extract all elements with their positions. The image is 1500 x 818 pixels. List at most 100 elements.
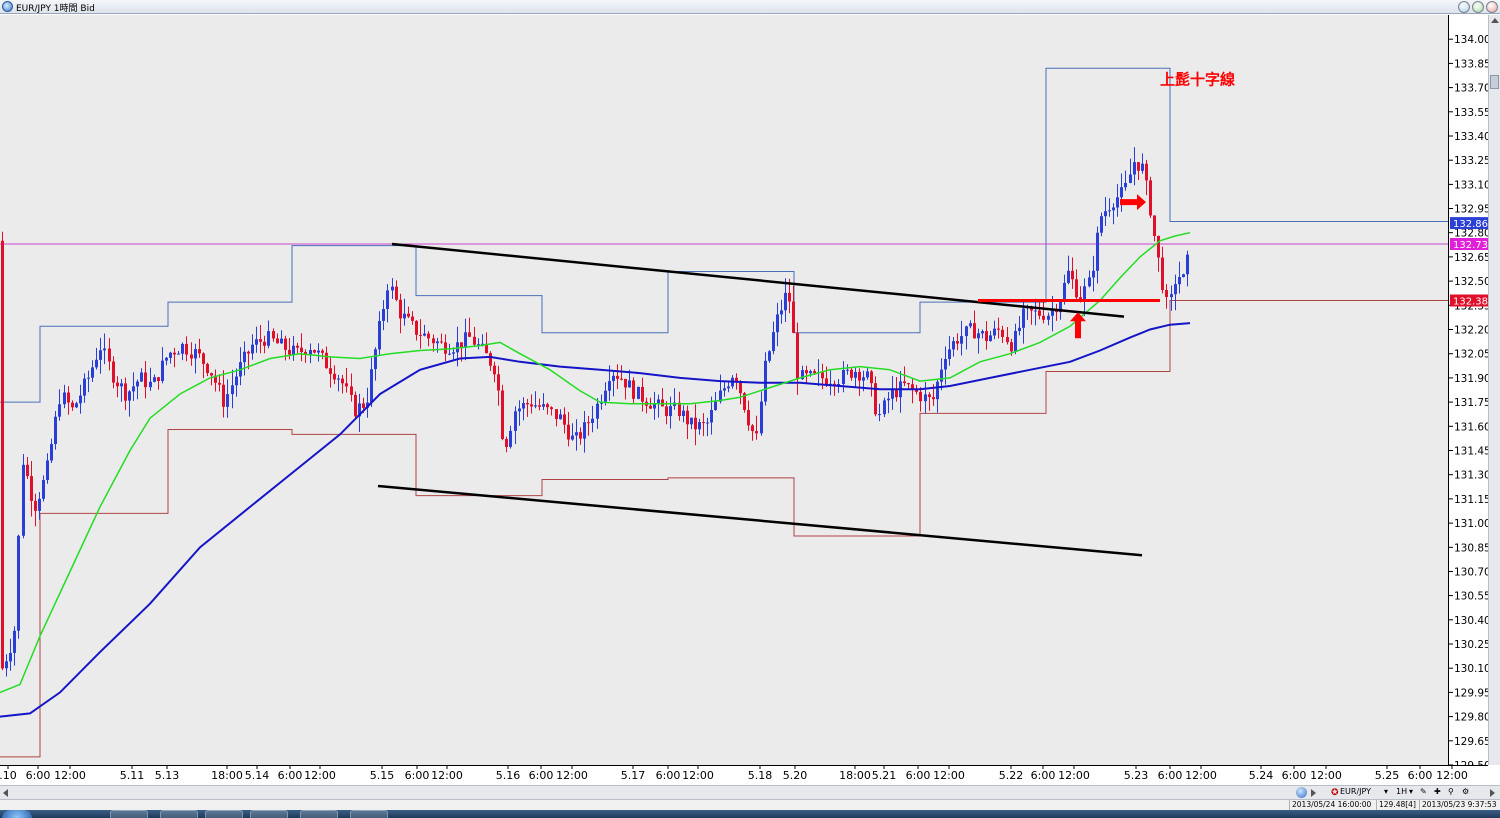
app-globe-icon — [2, 1, 13, 12]
candle-body — [542, 404, 545, 407]
scroll-thumb[interactable] — [1490, 75, 1499, 89]
marker-icon[interactable]: ✪ — [1331, 788, 1339, 798]
candle-body — [768, 351, 771, 361]
candle-body — [296, 345, 299, 348]
candle-body — [272, 331, 275, 339]
candle-body — [284, 338, 287, 350]
candle-body — [1042, 315, 1045, 320]
timeframe-selector[interactable]: 1H — [1396, 787, 1407, 796]
taskbar-item[interactable] — [350, 810, 388, 818]
horizontal-scrollbar[interactable]: ✪ EUR/JPY ▾ 1H ▾ ✎ ✚ ⚲ ⚙ — [0, 785, 1500, 799]
ma-slow-line — [0, 322, 1191, 718]
candle-body — [682, 410, 685, 416]
play-icon[interactable] — [1311, 789, 1316, 797]
candle-body — [218, 382, 221, 385]
candle-body — [981, 331, 984, 334]
candle-body — [526, 403, 529, 405]
candle-body — [686, 410, 689, 425]
candle-body — [13, 630, 16, 653]
candle-body — [288, 349, 291, 355]
chart-canvas[interactable]: 上髭十字線 — [0, 15, 1448, 765]
taskbar-item[interactable] — [205, 810, 243, 818]
scroll-right-icon[interactable] — [1490, 789, 1495, 797]
candle-body — [1010, 342, 1013, 352]
candle-body — [91, 367, 94, 378]
candle-body — [960, 336, 963, 344]
time-tick-label: 12:00 — [556, 769, 588, 782]
taskbar-item[interactable] — [250, 810, 288, 818]
candle-body — [866, 371, 869, 378]
pencil-icon[interactable]: ✎ — [1420, 787, 1427, 796]
price-tick-label: 133.55[0 — [1454, 107, 1488, 119]
globe-icon[interactable] — [1296, 787, 1307, 798]
candle-body — [534, 405, 537, 407]
candle-body — [67, 392, 70, 403]
candle-body — [1161, 257, 1164, 290]
candle-body — [280, 338, 283, 344]
candle-body — [194, 349, 197, 359]
candle-body — [620, 378, 623, 380]
candle-body — [79, 395, 82, 404]
time-axis-labels: .10 6:00 12:00 5.11 5.13 18:00 5.14 6:00 12:00 5.… — [0, 766, 1468, 782]
candle-body — [1186, 254, 1189, 275]
candle-body — [821, 372, 824, 379]
time-tick-label: 6:00 — [656, 769, 681, 782]
candle-body — [382, 309, 385, 321]
candle-body — [514, 411, 517, 431]
candle-body — [932, 397, 935, 400]
candle-body — [226, 394, 229, 407]
candle-body — [46, 460, 49, 480]
candle-body — [140, 372, 143, 382]
candle-body — [591, 418, 594, 423]
candle-body — [505, 439, 508, 447]
taskbar-item[interactable] — [300, 810, 338, 818]
scroll-left-icon[interactable] — [3, 789, 8, 797]
dropdown-arrow-icon[interactable]: ▾ — [1409, 787, 1413, 796]
time-tick-label: 6:00 — [1282, 769, 1307, 782]
candle-body — [579, 432, 582, 439]
candle-body — [575, 432, 578, 436]
candle-body — [198, 349, 201, 354]
candle-body — [1170, 294, 1173, 298]
price-tick-label: 130.55[0 — [1454, 591, 1488, 603]
dropdown-arrow-icon[interactable]: ▾ — [1384, 787, 1388, 796]
candle-body — [95, 359, 98, 368]
candle-body — [202, 353, 205, 364]
candle-body — [678, 402, 681, 416]
candle-body — [907, 383, 910, 385]
time-axis[interactable]: .10 6:00 12:00 5.11 5.13 18:00 5.14 6:00 12:00 5.… — [0, 765, 1488, 785]
time-tick-label: 5.23 — [1124, 769, 1149, 782]
candle-body — [727, 386, 730, 389]
minimize-icon[interactable] — [1458, 1, 1470, 13]
taskbar-item[interactable] — [110, 810, 148, 818]
candle-body — [317, 350, 320, 353]
candle-body — [243, 351, 246, 363]
scroll-up-icon[interactable] — [1491, 18, 1499, 23]
settings-icon[interactable]: ⚙ — [1462, 787, 1469, 796]
price-axis[interactable]: 134.00[0 133.85[0 133.70[0 133.55[0 133.40[0… — [1448, 15, 1488, 765]
candle-body — [128, 391, 131, 401]
start-button[interactable] — [2, 810, 32, 818]
time-tick-label: 5.16 — [496, 769, 521, 782]
window-titlebar: EUR/JPY 1時間 Bid — [0, 0, 1500, 14]
close-icon[interactable] — [1486, 1, 1498, 13]
time-tick-label: 12:00 — [1436, 769, 1468, 782]
candle-body — [1182, 274, 1185, 277]
candle-body — [1104, 211, 1107, 217]
candle-body — [497, 374, 500, 391]
candle-body — [185, 343, 188, 355]
time-tick-label: 12:00 — [54, 769, 86, 782]
candle-body — [440, 341, 443, 343]
candle-body — [641, 386, 644, 402]
candle-body — [1129, 174, 1132, 183]
candle-body — [612, 375, 615, 382]
crosshair-icon[interactable]: ✚ — [1434, 787, 1441, 796]
candle-body — [313, 350, 316, 353]
taskbar-item[interactable] — [160, 810, 198, 818]
zoom-icon[interactable]: ⚲ — [1448, 787, 1454, 796]
vertical-scrollbar[interactable] — [1488, 15, 1500, 765]
symbol-selector[interactable]: EUR/JPY — [1340, 787, 1371, 796]
candle-body — [690, 417, 693, 425]
candle-body — [608, 381, 611, 391]
maximize-icon[interactable] — [1472, 1, 1484, 13]
